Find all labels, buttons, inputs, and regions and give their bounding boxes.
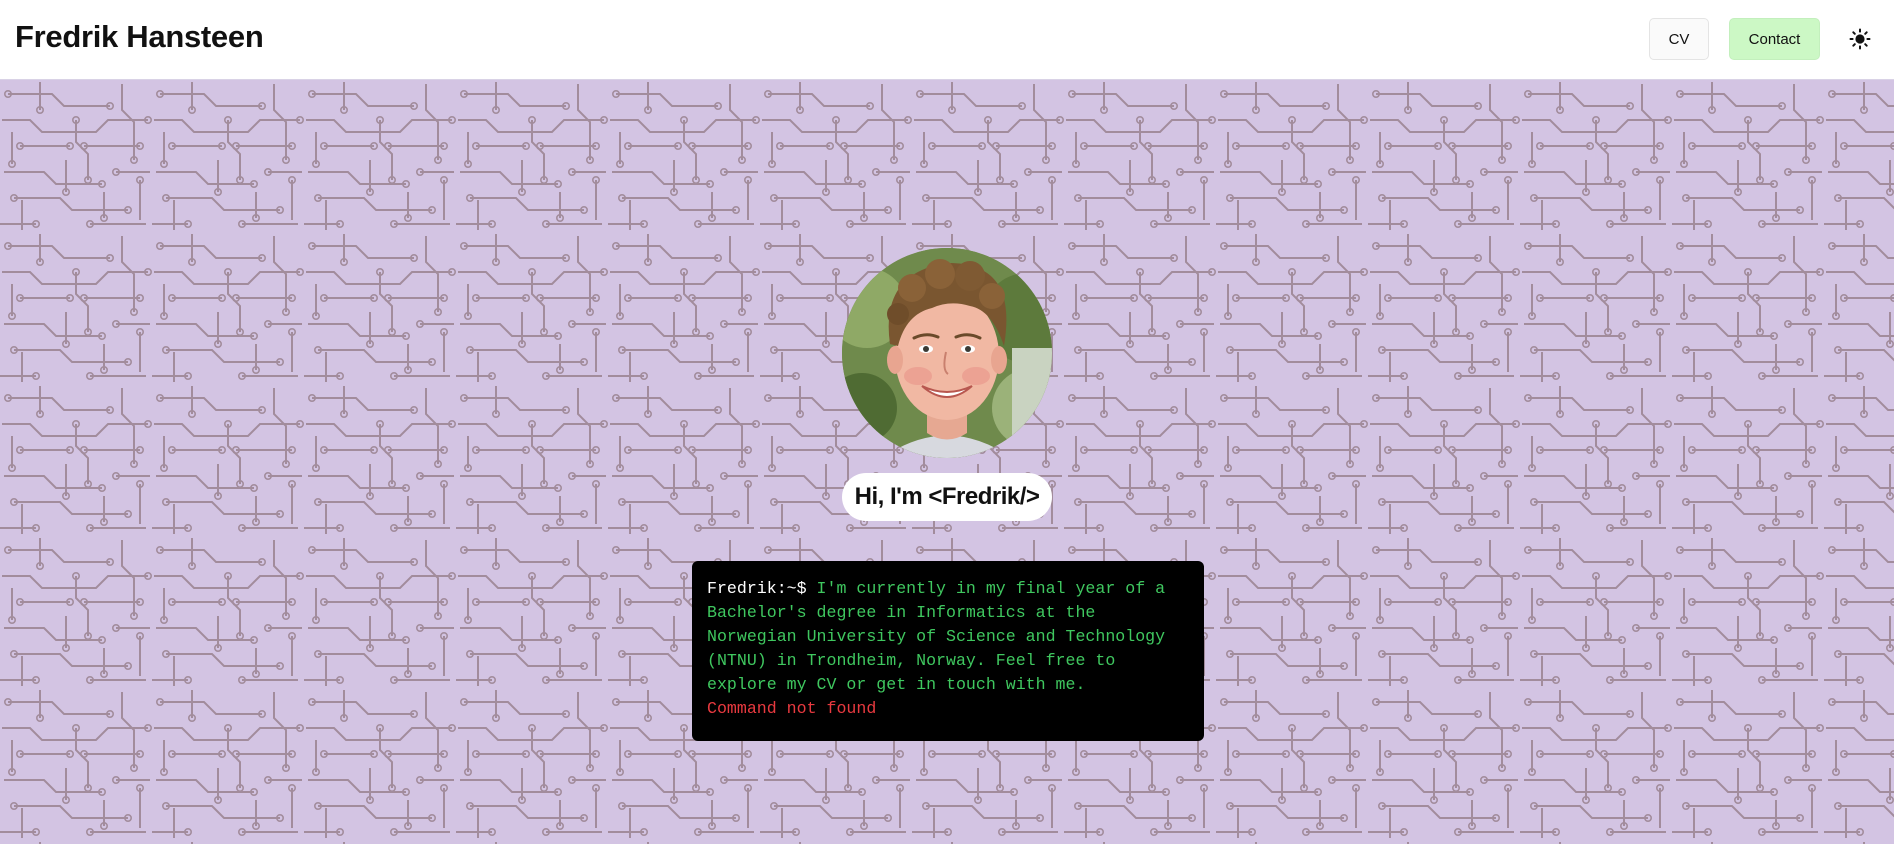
hero-section: Hi, I'm <Fredrik/> Fredrik:~$ I'm curren…	[0, 80, 1894, 844]
sun-icon	[1849, 28, 1871, 50]
terminal-error: Command not found	[707, 699, 877, 718]
avatar-icon	[842, 248, 1052, 458]
greeting-badge: Hi, I'm <Fredrik/>	[842, 473, 1052, 521]
profile-photo	[842, 248, 1052, 458]
top-navbar: Fredrik Hansteen CV Contact	[0, 0, 1894, 80]
contact-button[interactable]: Contact	[1729, 18, 1820, 60]
theme-toggle-button[interactable]	[1846, 24, 1874, 54]
terminal-window: Fredrik:~$ I'm currently in my final yea…	[692, 561, 1204, 741]
terminal-output: Fredrik:~$ I'm currently in my final yea…	[707, 577, 1190, 697]
page: Fredrik Hansteen CV Contact Hi, I'm <Fre…	[0, 0, 1894, 844]
site-title[interactable]: Fredrik Hansteen	[15, 19, 264, 55]
cv-button[interactable]: CV	[1649, 18, 1709, 60]
terminal-prompt: Fredrik:~$	[707, 579, 817, 598]
